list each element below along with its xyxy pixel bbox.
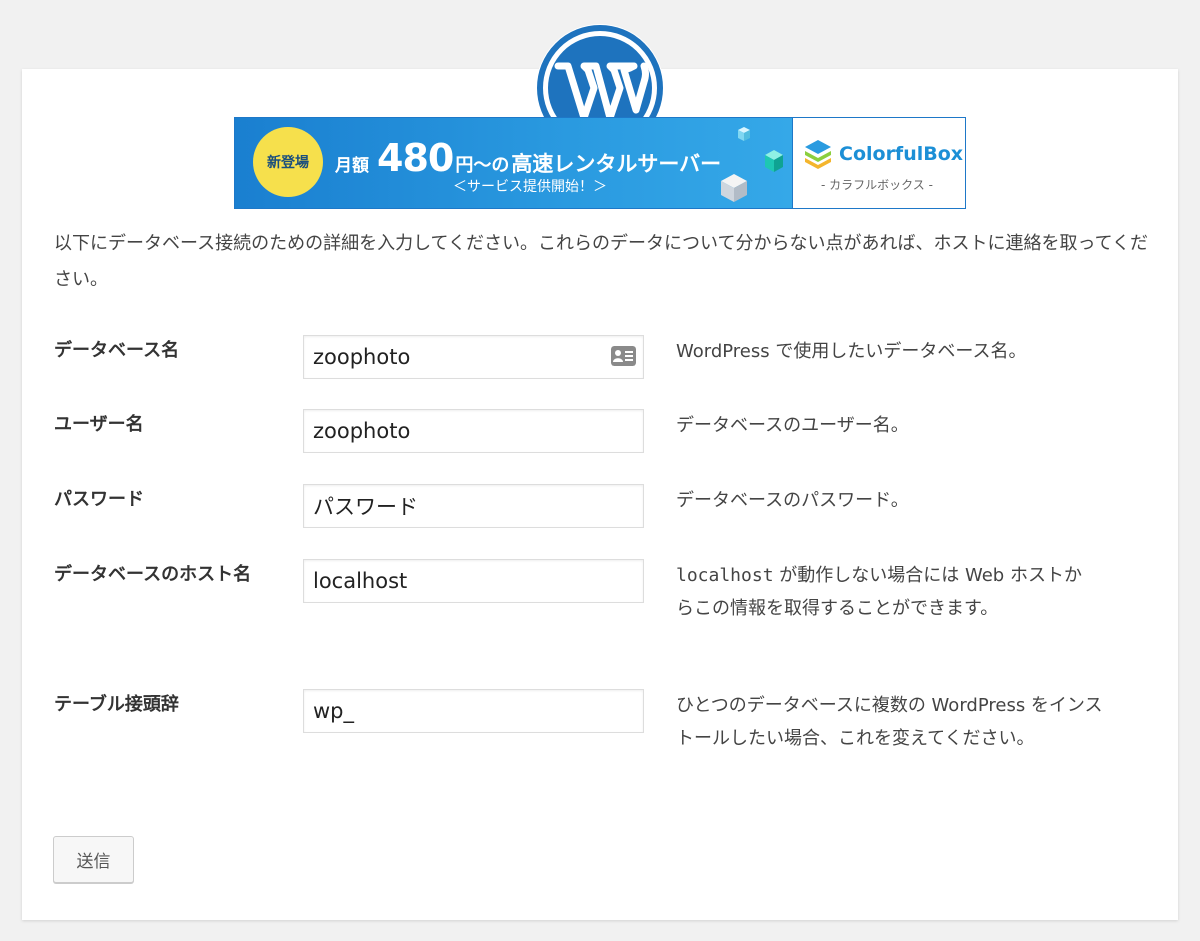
table-prefix-description: ひとつのデータベースに複数の WordPress をインストールしたい場合、これ… — [676, 695, 1103, 749]
brand-subtitle: - カラフルボックス - — [821, 178, 933, 192]
cube-icon — [721, 174, 747, 202]
price-amount: 480 — [377, 136, 454, 180]
price-unit: 円～の — [455, 155, 510, 176]
localhost-code: localhost — [676, 565, 774, 586]
username-description: データベースのユーザー名。 — [676, 415, 909, 436]
database-name-label: データベース名 — [54, 340, 180, 361]
brand-name: ColorfulBox — [839, 143, 964, 165]
password-label: パスワード — [54, 489, 144, 510]
price-suffix: 高速レンタルサーバー — [511, 152, 722, 176]
database-host-input[interactable] — [303, 559, 644, 603]
username-input[interactable] — [303, 409, 644, 453]
ad-banner-brand: ColorfulBox - カラフルボックス - — [792, 118, 965, 208]
submit-button[interactable]: 送信 — [53, 836, 134, 883]
ad-subline: ＜サービス提供開始！＞ — [453, 179, 607, 195]
ad-price-line: 月額 480 円～の 高速レンタルサーバー — [335, 136, 721, 180]
colorfulbox-logo-icon — [805, 140, 831, 169]
new-badge: 新登場 — [253, 127, 323, 197]
table-prefix-input[interactable] — [303, 689, 644, 733]
password-input[interactable] — [303, 484, 644, 528]
database-name-input[interactable] — [303, 335, 644, 379]
contact-card-icon[interactable] — [611, 346, 636, 366]
database-name-description: WordPress で使用したいデータベース名。 — [676, 341, 1027, 362]
colorfulbox-ad-banner[interactable]: 新登場 月額 480 円～の 高速レンタルサーバー ＜サービス提供開始！＞ Co… — [234, 117, 966, 209]
ad-banner-main: 新登場 月額 480 円～の 高速レンタルサーバー ＜サービス提供開始！＞ — [235, 118, 792, 208]
username-label: ユーザー名 — [54, 414, 144, 435]
table-prefix-label: テーブル接頭辞 — [54, 694, 179, 715]
database-host-description: localhost が動作しない場合には Web ホストからこの情報を取得するこ… — [676, 559, 1096, 625]
cube-icon — [738, 127, 750, 141]
intro-text: 以下にデータベース接続のための詳細を入力してください。これらのデータについて分か… — [54, 233, 1149, 290]
price-prefix: 月額 — [335, 156, 369, 176]
cube-icon — [765, 150, 783, 172]
database-host-label: データベースのホスト名 — [54, 564, 252, 585]
colorfulbox-brand: ColorfulBox — [803, 138, 963, 170]
password-description: データベースのパスワード。 — [676, 490, 909, 511]
